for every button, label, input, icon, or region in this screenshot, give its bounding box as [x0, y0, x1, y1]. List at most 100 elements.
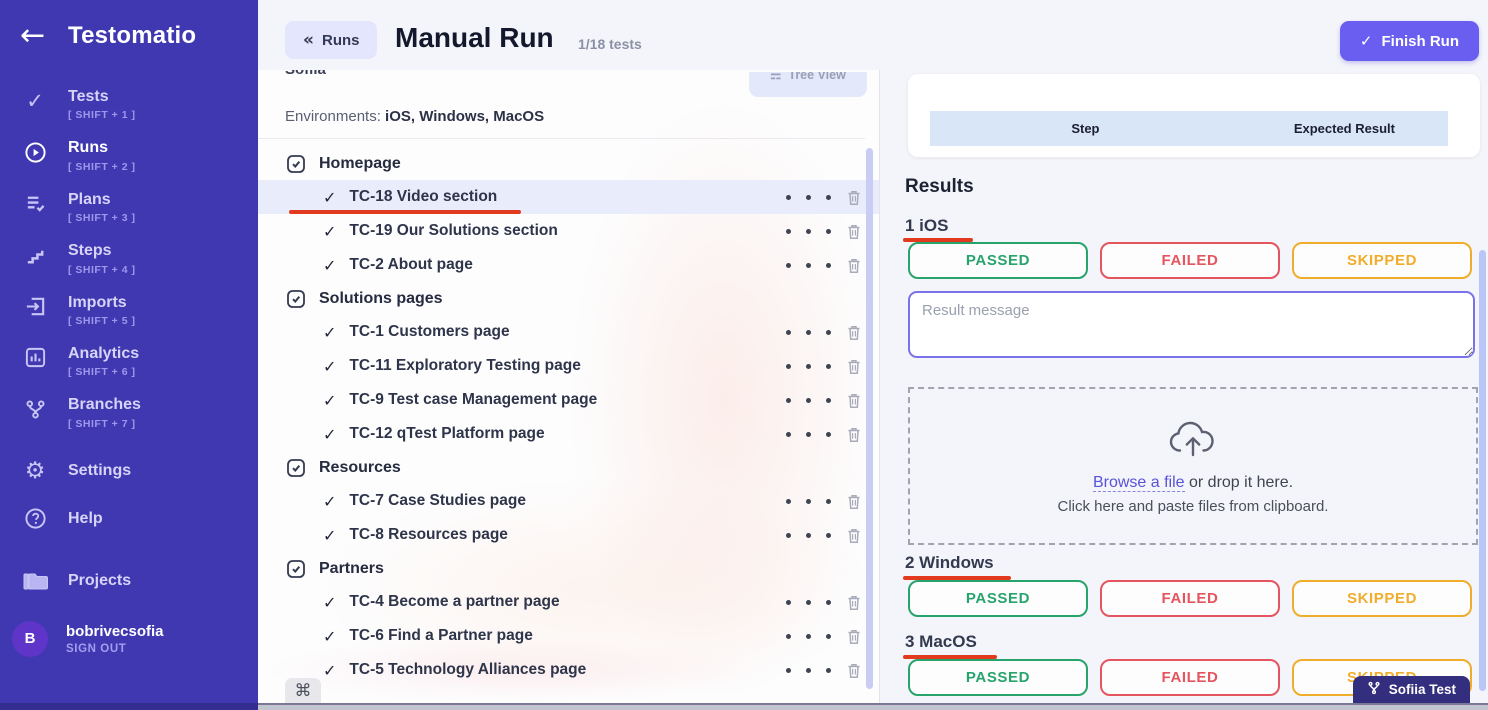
test-row-tc1[interactable]: ✓ TC-1 Customers page — [258, 315, 879, 349]
sidebar-item-label: Runs — [68, 139, 108, 156]
severity-dot[interactable] — [806, 499, 811, 504]
severity-dot[interactable] — [826, 330, 831, 335]
severity-dot[interactable] — [786, 398, 791, 403]
severity-dot[interactable] — [826, 195, 831, 200]
section-row-resources[interactable]: Resources — [258, 451, 879, 484]
severity-dot[interactable] — [826, 263, 831, 268]
steps-table-header: Step Expected Result — [930, 111, 1448, 146]
section-row-partners[interactable]: Partners — [258, 552, 879, 585]
trash-icon[interactable] — [846, 357, 863, 375]
passed-button[interactable]: PASSED — [908, 242, 1088, 279]
severity-dot[interactable] — [826, 634, 831, 639]
failed-button[interactable]: FAILED — [1100, 659, 1280, 696]
test-row-tc12[interactable]: ✓ TC-12 qTest Platform page — [258, 417, 879, 451]
sidebar-item-settings[interactable]: ⚙ Settings — [0, 447, 258, 495]
severity-dot[interactable] — [806, 398, 811, 403]
trash-icon[interactable] — [846, 222, 863, 240]
sidebar-item-help[interactable]: Help — [0, 495, 258, 543]
severity-dot[interactable] — [806, 600, 811, 605]
row-actions — [786, 391, 863, 409]
severity-dot[interactable] — [826, 499, 831, 504]
severity-dot[interactable] — [826, 364, 831, 369]
severity-dot[interactable] — [806, 330, 811, 335]
severity-dot[interactable] — [826, 398, 831, 403]
trash-icon[interactable] — [846, 256, 863, 274]
severity-dot[interactable] — [806, 432, 811, 437]
sidebar-item-steps[interactable]: Steps [ SHIFT + 4 ] — [0, 233, 258, 284]
severity-dot[interactable] — [806, 533, 811, 538]
severity-dot[interactable] — [786, 229, 791, 234]
failed-button[interactable]: FAILED — [1100, 580, 1280, 617]
command-shortcut-button[interactable]: ⌘ — [285, 678, 321, 703]
branch-badge[interactable]: Sofiia Test — [1353, 676, 1470, 703]
section-row-solutions[interactable]: Solutions pages — [258, 282, 879, 315]
skipped-button[interactable]: SKIPPED — [1292, 242, 1472, 279]
trash-icon[interactable] — [846, 526, 863, 544]
trash-icon[interactable] — [846, 188, 863, 206]
tree-view-button[interactable]: ☵Tree View — [749, 72, 867, 97]
trash-icon[interactable] — [846, 323, 863, 341]
back-button-label: Runs — [322, 32, 360, 49]
severity-dot[interactable] — [806, 229, 811, 234]
result-message-input[interactable] — [908, 291, 1475, 358]
test-row-tc18[interactable]: ✓ TC-18 Video section — [258, 180, 879, 214]
test-row-tc7[interactable]: ✓ TC-7 Case Studies page — [258, 484, 879, 518]
test-row-tc2[interactable]: ✓ TC-2 About page — [258, 248, 879, 282]
back-arrow-icon[interactable]: ← — [20, 18, 68, 53]
failed-button[interactable]: FAILED — [1100, 242, 1280, 279]
sidebar-item-plans[interactable]: Plans [ SHIFT + 3 ] — [0, 182, 258, 233]
trash-icon[interactable] — [846, 661, 863, 679]
passed-button[interactable]: PASSED — [908, 659, 1088, 696]
section-row-homepage[interactable]: Homepage — [258, 147, 879, 180]
test-row-tc5[interactable]: ✓ TC-5 Technology Alliances page — [258, 653, 879, 687]
severity-dot[interactable] — [786, 263, 791, 268]
test-row-tc6[interactable]: ✓ TC-6 Find a Partner page — [258, 619, 879, 653]
severity-dot[interactable] — [786, 195, 791, 200]
severity-dot[interactable] — [786, 634, 791, 639]
severity-dot[interactable] — [786, 499, 791, 504]
trash-icon[interactable] — [846, 391, 863, 409]
sidebar-item-projects[interactable]: Projects — [0, 557, 258, 605]
back-to-runs-button[interactable]: « Runs — [285, 21, 377, 59]
trash-icon[interactable] — [846, 492, 863, 510]
sidebar-item-runs[interactable]: Runs [ SHIFT + 2 ] — [0, 130, 258, 181]
annotation-underline — [903, 238, 973, 242]
file-dropzone[interactable]: Browse a file or drop it here. Click her… — [908, 387, 1478, 545]
severity-dot[interactable] — [826, 668, 831, 673]
severity-dot[interactable] — [786, 364, 791, 369]
severity-dot[interactable] — [826, 229, 831, 234]
test-row-tc9[interactable]: ✓ TC-9 Test case Management page — [258, 383, 879, 417]
severity-dot[interactable] — [826, 533, 831, 538]
vertical-scrollbar-thumb[interactable] — [866, 148, 873, 689]
severity-dot[interactable] — [786, 600, 791, 605]
test-row-tc11[interactable]: ✓ TC-11 Exploratory Testing page — [258, 349, 879, 383]
test-row-tc19[interactable]: ✓ TC-19 Our Solutions section — [258, 214, 879, 248]
sidebar-item-branches[interactable]: Branches [ SHIFT + 7 ] — [0, 387, 258, 438]
vertical-scrollbar-thumb[interactable] — [1479, 250, 1486, 691]
test-row-tc8[interactable]: ✓ TC-8 Resources page — [258, 518, 879, 552]
trash-icon[interactable] — [846, 425, 863, 443]
trash-icon[interactable] — [846, 593, 863, 611]
sidebar-item-imports[interactable]: Imports [ SHIFT + 5 ] — [0, 285, 258, 336]
user-account[interactable]: B bobrivecsofia SIGN OUT — [0, 621, 258, 657]
severity-dot[interactable] — [806, 195, 811, 200]
severity-dot[interactable] — [806, 668, 811, 673]
trash-icon[interactable] — [846, 627, 863, 645]
sidebar-item-tests[interactable]: ✓ Tests [ SHIFT + 1 ] — [0, 79, 258, 130]
severity-dot[interactable] — [786, 533, 791, 538]
browse-file-link[interactable]: Browse a file — [1093, 474, 1185, 492]
sign-out-link[interactable]: SIGN OUT — [66, 643, 164, 655]
passed-button[interactable]: PASSED — [908, 580, 1088, 617]
finish-run-button[interactable]: ✓ Finish Run — [1340, 21, 1479, 61]
severity-dot[interactable] — [786, 330, 791, 335]
severity-dot[interactable] — [786, 668, 791, 673]
severity-dot[interactable] — [826, 432, 831, 437]
test-row-tc4[interactable]: ✓ TC-4 Become a partner page — [258, 585, 879, 619]
severity-dot[interactable] — [806, 364, 811, 369]
severity-dot[interactable] — [806, 634, 811, 639]
sidebar-item-analytics[interactable]: Analytics [ SHIFT + 6 ] — [0, 336, 258, 387]
severity-dot[interactable] — [826, 600, 831, 605]
skipped-button[interactable]: SKIPPED — [1292, 580, 1472, 617]
severity-dot[interactable] — [786, 432, 791, 437]
severity-dot[interactable] — [806, 263, 811, 268]
